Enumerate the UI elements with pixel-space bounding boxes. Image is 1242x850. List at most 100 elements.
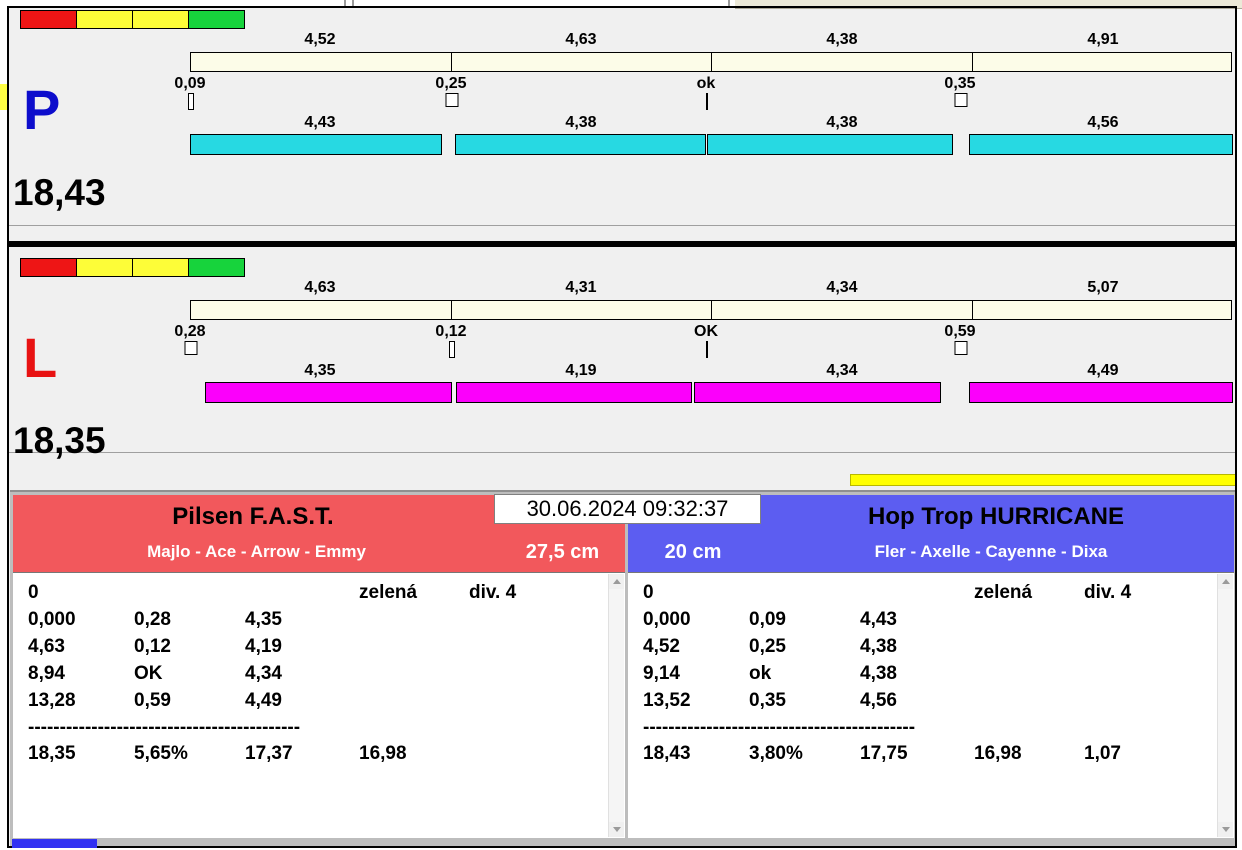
run-time: 4,38 (826, 114, 858, 131)
run-time: 4,43 (304, 114, 336, 131)
result-cell: 9,14 (643, 663, 680, 684)
run-time-bar (694, 382, 941, 403)
scrollbar[interactable] (608, 574, 624, 837)
result-row: 9,14 ok 4,38 (643, 663, 1208, 690)
run-time: 4,56 (1087, 114, 1119, 131)
run-time-bar (969, 382, 1233, 403)
scroll-up-button[interactable] (609, 574, 624, 589)
start-lights (20, 10, 245, 29)
split-time: 4,38 (826, 31, 858, 48)
results-rows: 0 zelená div. 4 0,000 0,09 4,43 4,52 0,2… (628, 573, 1234, 770)
light-segment (20, 258, 77, 277)
split-time: 4,91 (1087, 31, 1119, 48)
lane-divider (9, 241, 1235, 247)
result-cell: div. 4 (1084, 582, 1132, 603)
scrollbar[interactable] (1217, 574, 1233, 837)
run-time: 4,19 (565, 362, 597, 379)
team-subheader: Majlo - Ace - Arrow - Emmy 27,5 cm (13, 537, 625, 567)
scale-tick (972, 52, 973, 71)
change-marker (954, 93, 968, 107)
result-cell: OK (134, 663, 163, 684)
result-cell: 0,28 (134, 609, 171, 630)
change-time: ok (696, 75, 716, 92)
result-row: 4,63 0,12 4,19 (28, 636, 599, 663)
summary-cell: 3,80% (749, 743, 803, 764)
split-scale-bar (190, 300, 1232, 320)
lane-letter: L (23, 326, 58, 389)
result-cell: 0,12 (134, 636, 171, 657)
change-time: 0,25 (435, 75, 467, 92)
run-time-bar (190, 134, 442, 155)
summary-cell: 18,43 (643, 743, 691, 764)
change-marker (445, 93, 459, 107)
split-time: 4,31 (565, 279, 597, 296)
split-scale-bar (190, 52, 1232, 72)
result-cell: ok (749, 663, 772, 684)
result-cell: 8,94 (28, 663, 65, 684)
light-segment (132, 10, 189, 29)
scroll-down-button[interactable] (1218, 822, 1233, 837)
team-results-area: 0 zelená div. 4 0,000 0,28 4,35 4,63 0,1… (13, 572, 625, 838)
result-cell: 13,28 (28, 690, 76, 711)
datetime-display: 30.06.2024 09:32:37 (494, 494, 761, 524)
change-time: 0,12 (435, 323, 467, 340)
scale-tick (972, 300, 973, 319)
result-cell: 4,19 (245, 636, 282, 657)
light-segment (76, 258, 133, 277)
result-cell: 4,43 (860, 609, 897, 630)
summary-cell: 1,07 (1084, 743, 1121, 764)
scale-tick (451, 300, 452, 319)
change-marker (706, 93, 708, 110)
lane-total-time: 18,43 (13, 172, 106, 213)
team-members: Majlo - Ace - Arrow - Emmy (147, 542, 366, 561)
scroll-up-button[interactable] (1218, 574, 1233, 589)
run-time-bar (707, 134, 953, 155)
summary-cell: 16,98 (974, 743, 1022, 764)
scroll-down-button[interactable] (609, 822, 624, 837)
result-cell: 0,25 (749, 636, 786, 657)
scale-tick (711, 300, 712, 319)
result-row: 0,000 0,28 4,35 (28, 609, 599, 636)
change-marker (954, 341, 968, 355)
team-results-area: 0 zelená div. 4 0,000 0,09 4,43 4,52 0,2… (628, 572, 1234, 838)
lane-total-time: 18,35 (13, 420, 106, 461)
result-cell: 4,56 (860, 690, 897, 711)
scroll-down-icon (1221, 827, 1230, 832)
result-row: 8,94 OK 4,34 (28, 663, 599, 690)
summary-cell: 18,35 (28, 743, 76, 764)
change-time: 0,28 (174, 323, 206, 340)
result-cell (860, 582, 974, 609)
result-cell: 0 (643, 582, 654, 603)
jump-height: 27,5 cm (525, 540, 600, 563)
background-window-line (728, 0, 730, 7)
result-cell: 4,52 (643, 636, 680, 657)
result-cell: 4,49 (245, 690, 282, 711)
run-time-bar (456, 382, 692, 403)
team-subheader: 20 cm Fler - Axelle - Cayenne - Dixa (628, 537, 1234, 567)
result-cell: 0 (28, 582, 39, 603)
run-time-bar (969, 134, 1233, 155)
summary-cell: 5,65% (134, 743, 188, 764)
team-members: Fler - Axelle - Cayenne - Dixa (874, 542, 1108, 561)
summary-row: 18,43 3,80% 17,75 16,98 1,07 (643, 743, 1208, 770)
result-cell: div. 4 (469, 582, 517, 603)
result-row: 0 zelená div. 4 (643, 582, 1208, 609)
summary-cell: 17,75 (860, 743, 908, 764)
team-panel-left: Pilsen F.A.S.T. Majlo - Ace - Arrow - Em… (13, 495, 625, 838)
team-name: Hop Trop HURRICANE (868, 503, 1124, 530)
light-segment (188, 10, 245, 29)
result-cell: 4,38 (860, 636, 897, 657)
split-time: 5,07 (1087, 279, 1119, 296)
change-time: 0,35 (944, 75, 976, 92)
result-cell: 0,59 (134, 690, 171, 711)
result-cell: 4,38 (860, 663, 897, 684)
run-time: 4,49 (1087, 362, 1119, 379)
light-segment (76, 10, 133, 29)
change-time: 0,09 (174, 75, 206, 92)
run-time-bar (455, 134, 706, 155)
summary-cell: 17,37 (245, 743, 293, 764)
result-cell (245, 582, 359, 609)
split-time: 4,52 (304, 31, 336, 48)
change-marker (184, 341, 198, 355)
run-time-bar (205, 382, 452, 403)
